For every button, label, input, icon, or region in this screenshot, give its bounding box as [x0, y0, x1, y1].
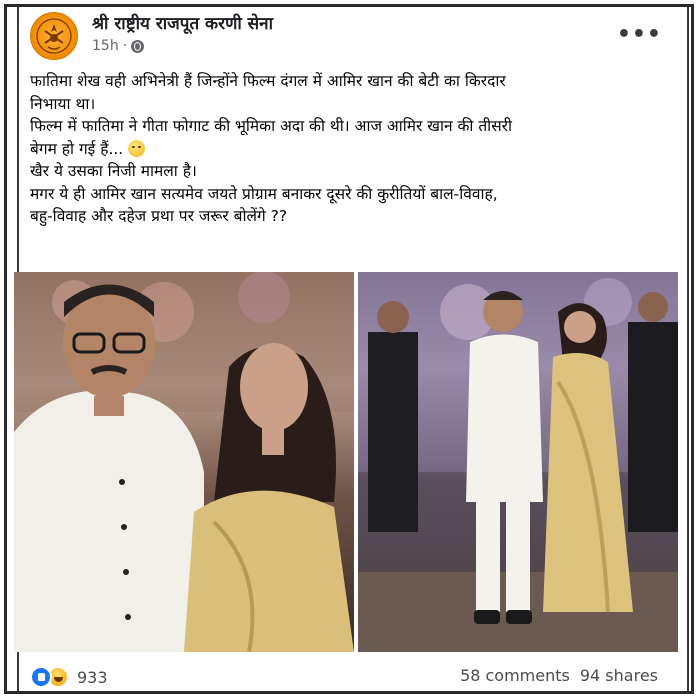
reactions-summary[interactable]: 933: [30, 666, 108, 688]
post-photo-left[interactable]: [14, 272, 354, 652]
post-line-with-emoji: बेगम हो गई हैं...: [30, 138, 660, 161]
engagement-stats: 58 comments 94 shares: [460, 666, 658, 685]
page-avatar[interactable]: [30, 12, 78, 60]
post-photo-right[interactable]: [358, 272, 678, 652]
page-name-link[interactable]: श्री राष्ट्रीय राजपूत करणी सेना: [92, 11, 273, 34]
reaction-count[interactable]: 933: [77, 668, 108, 687]
emblem-icon: [36, 18, 72, 54]
post-text: फातिमा शेख वही अभिनेत्री हैं जिन्होंने फ…: [30, 70, 660, 228]
post-line: खैर ये उसका निजी मामला है।: [30, 162, 197, 180]
post-time[interactable]: 15h: [92, 38, 119, 54]
post-line: बेगम हो गई हैं...: [30, 139, 124, 158]
post-line: निभाया था।: [30, 94, 96, 113]
like-reaction-icon: [30, 666, 52, 688]
post-meta: 15h ·: [92, 38, 145, 54]
post-photos[interactable]: [14, 272, 678, 652]
more-options-icon[interactable]: •••: [617, 22, 662, 47]
comments-link[interactable]: 58 comments: [460, 666, 570, 685]
post-line: बहु-विवाह और दहेज प्रथा पर जरूर बोलेंगे …: [30, 207, 288, 225]
shares-link[interactable]: 94 shares: [580, 666, 658, 685]
sweat-smile-emoji-icon: [128, 139, 146, 157]
post-line: फातिमा शेख वही अभिनेत्री हैं जिन्होंने फ…: [30, 72, 506, 90]
post-footer: 933 58 comments 94 shares: [24, 662, 664, 688]
photo-closeup-illustration: [14, 272, 354, 652]
post-line: मगर ये ही आमिर खान सत्यमेव जयते प्रोग्रा…: [30, 184, 498, 203]
meta-separator: ·: [122, 38, 128, 54]
post-header: श्री राष्ट्रीय राजपूत करणी सेना 15h · ••…: [24, 10, 664, 60]
globe-icon: [131, 39, 145, 53]
photo-fullbody-illustration: [358, 272, 678, 652]
post-line: फिल्म में फातिमा ने गीता फोगाट की भूमिका…: [30, 117, 513, 135]
